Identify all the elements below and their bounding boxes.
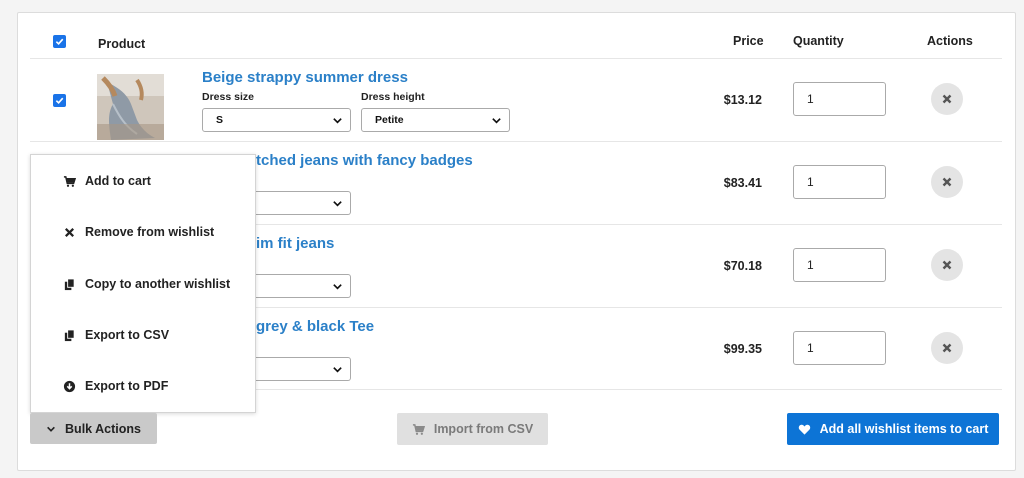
close-icon — [942, 177, 952, 187]
dress-height-select[interactable]: Petite — [361, 108, 510, 132]
quantity-input[interactable]: 1 — [793, 82, 886, 116]
close-icon — [64, 227, 75, 237]
row-checkbox[interactable] — [53, 94, 66, 107]
close-icon — [942, 343, 952, 353]
quantity-input[interactable]: 1 — [793, 331, 886, 365]
menu-item-copy-to-wishlist[interactable]: Copy to another wishlist — [31, 264, 255, 304]
menu-item-label: Add to cart — [85, 174, 151, 188]
menu-item-remove-from-wishlist[interactable]: Remove from wishlist — [31, 212, 255, 252]
import-csv-label: Import from CSV — [433, 422, 534, 436]
header-quantity: Quantity — [793, 34, 844, 48]
product-price: $13.12 — [723, 93, 762, 107]
copy-icon — [64, 277, 75, 290]
remove-item-button[interactable] — [931, 249, 963, 281]
row-divider — [30, 141, 1002, 142]
select-value: Petite — [375, 114, 404, 126]
remove-item-button[interactable] — [931, 166, 963, 198]
product-price: $83.41 — [723, 176, 762, 190]
header-product: Product — [98, 37, 146, 51]
add-all-label: Add all wishlist items to cart — [819, 422, 989, 436]
cart-icon — [412, 423, 425, 435]
check-icon — [55, 38, 64, 46]
quantity-input[interactable]: 1 — [793, 248, 886, 282]
chevron-down-icon — [333, 367, 342, 373]
bulk-actions-button[interactable]: Bulk Actions — [30, 413, 157, 444]
option-label: Dress size — [202, 91, 254, 103]
dress-size-select[interactable]: S — [202, 108, 351, 132]
close-icon — [942, 260, 952, 270]
remove-item-button[interactable] — [931, 332, 963, 364]
product-title[interactable]: grey & black Tee — [256, 318, 374, 335]
add-all-to-cart-button[interactable]: Add all wishlist items to cart — [787, 413, 999, 445]
download-circle-icon — [63, 380, 76, 392]
product-title[interactable]: tched jeans with fancy badges — [256, 152, 473, 169]
chevron-down-icon — [47, 426, 55, 432]
header-price: Price — [733, 34, 764, 48]
menu-item-export-csv[interactable]: Export to CSV — [31, 315, 255, 355]
chevron-down-icon — [333, 201, 342, 207]
close-icon — [942, 94, 952, 104]
product-price: $99.35 — [723, 342, 762, 356]
menu-item-label: Remove from wishlist — [85, 225, 215, 239]
bulk-actions-label: Bulk Actions — [65, 421, 141, 436]
menu-item-add-to-cart[interactable]: Add to cart — [31, 161, 255, 201]
option-label: Dress height — [361, 91, 425, 103]
import-csv-button[interactable]: Import from CSV — [397, 413, 548, 445]
remove-item-button[interactable] — [931, 83, 963, 115]
product-title[interactable]: im fit jeans — [256, 235, 334, 252]
heart-icon — [798, 424, 810, 435]
chevron-down-icon — [333, 284, 342, 290]
product-thumbnail[interactable] — [97, 74, 164, 140]
select-value: S — [216, 114, 224, 126]
menu-item-export-pdf[interactable]: Export to PDF — [31, 366, 255, 406]
row-divider — [30, 58, 1002, 59]
chevron-down-icon — [492, 118, 501, 124]
quantity-input[interactable]: 1 — [793, 165, 886, 199]
copy-icon — [64, 328, 75, 341]
dress-image — [97, 74, 164, 140]
menu-item-label: Copy to another wishlist — [85, 277, 231, 291]
menu-item-label: Export to CSV — [85, 328, 170, 342]
check-icon — [55, 97, 64, 105]
bulk-actions-menu: Add to cart Remove from wishlist Copy to… — [30, 154, 256, 413]
product-title[interactable]: Beige strappy summer dress — [202, 69, 408, 86]
menu-item-label: Export to PDF — [85, 379, 169, 393]
cart-icon — [63, 175, 76, 187]
select-all-checkbox[interactable] — [53, 35, 66, 48]
product-price: $70.18 — [723, 259, 762, 273]
header-actions: Actions — [927, 34, 973, 48]
chevron-down-icon — [333, 118, 342, 124]
